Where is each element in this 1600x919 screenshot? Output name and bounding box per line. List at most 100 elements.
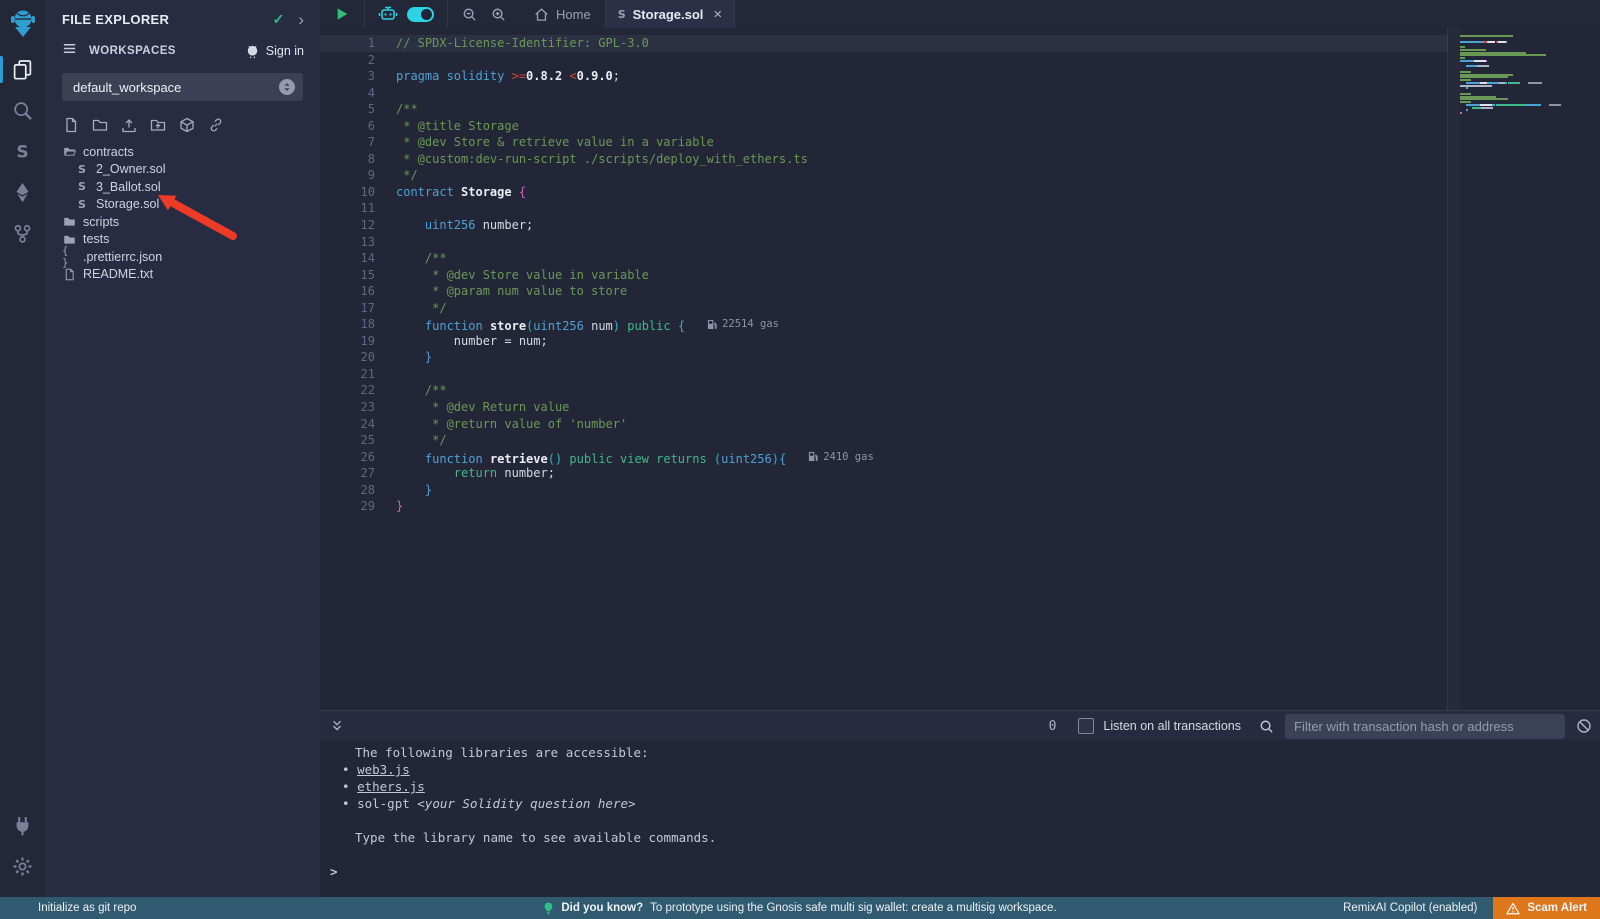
tree-item-2-owner-sol[interactable]: S 2_Owner.sol bbox=[45, 161, 320, 179]
settings-icon[interactable] bbox=[0, 846, 45, 887]
code-line-26: 26 function retrieve() public view retur… bbox=[320, 449, 1448, 466]
svg-text:S: S bbox=[16, 142, 28, 162]
tab-storage-sol[interactable]: S Storage.sol × bbox=[606, 0, 735, 28]
braces-icon: { } bbox=[62, 245, 76, 269]
panel-title: FILE EXPLORER bbox=[62, 12, 273, 27]
scam-alert-button[interactable]: Scam Alert bbox=[1493, 897, 1600, 919]
plugin-manager-icon[interactable] bbox=[0, 805, 45, 846]
code-line-15: 15 * @dev Store value in variable bbox=[320, 267, 1448, 284]
workspace-select[interactable]: default_workspace bbox=[62, 73, 303, 101]
copilot-status[interactable]: RemixAI Copilot (enabled) bbox=[1343, 902, 1477, 914]
solidity-file-icon: S bbox=[75, 198, 89, 211]
upload-folder-icon[interactable] bbox=[149, 116, 167, 134]
workspaces-label: WORKSPACES bbox=[89, 45, 245, 57]
code-line-9: 9 */ bbox=[320, 167, 1448, 184]
main-area: Home S Storage.sol × 1// SPDX-License-Id… bbox=[320, 0, 1600, 897]
init-git-repo-button[interactable]: Initialize as git repo bbox=[0, 902, 136, 914]
solidity-file-icon: S bbox=[75, 163, 89, 176]
gas-estimate-badge: 22514 gas bbox=[707, 316, 779, 333]
terminal-line: The following libraries are accessible: bbox=[320, 744, 1600, 761]
line-number: 25 bbox=[320, 432, 375, 449]
file-explorer-icon[interactable] bbox=[0, 49, 45, 90]
file-tree: contractsS2_Owner.solS3_Ballot.solSStora… bbox=[45, 143, 320, 283]
link-workspace-icon[interactable] bbox=[207, 116, 225, 134]
workspace-name: default_workspace bbox=[73, 80, 279, 95]
tree-item-label: 3_Ballot.sol bbox=[96, 180, 161, 194]
code-line-2: 2 bbox=[320, 52, 1448, 69]
zoom-in-icon[interactable] bbox=[491, 7, 506, 22]
warning-icon bbox=[1506, 902, 1520, 915]
code-line-24: 24 * @return value of 'number' bbox=[320, 416, 1448, 433]
workspace-caret-icon bbox=[279, 79, 295, 95]
terminal-search-icon[interactable] bbox=[1259, 719, 1274, 734]
editor-scrollbar[interactable] bbox=[1447, 28, 1460, 710]
line-number: 5 bbox=[320, 101, 375, 118]
ai-copilot-toggle[interactable] bbox=[407, 7, 434, 22]
clear-filter-icon[interactable] bbox=[1576, 718, 1592, 734]
ai-copilot-robot-icon[interactable] bbox=[378, 5, 398, 23]
status-bar: Initialize as git repo Did you know? To … bbox=[0, 897, 1600, 919]
terminal-prompt[interactable]: > bbox=[320, 863, 1600, 880]
search-icon[interactable] bbox=[0, 90, 45, 131]
sign-in-button[interactable]: Sign in bbox=[245, 44, 304, 59]
new-file-icon[interactable] bbox=[62, 116, 80, 134]
terminal-header: 0 Listen on all transactions bbox=[320, 710, 1600, 741]
doc-icon bbox=[62, 268, 76, 281]
tab-home[interactable]: Home bbox=[520, 0, 605, 28]
home-label: Home bbox=[556, 7, 591, 22]
tree-item-tests[interactable]: tests bbox=[45, 231, 320, 249]
listen-all-transactions-label[interactable]: Listen on all transactions bbox=[1103, 719, 1241, 733]
upload-file-icon[interactable] bbox=[120, 116, 138, 134]
minimap[interactable] bbox=[1460, 35, 1600, 710]
line-number: 23 bbox=[320, 399, 375, 416]
terminal-library-link: • ethers.js bbox=[320, 778, 1600, 795]
tree-item-label: tests bbox=[83, 232, 109, 246]
line-number: 12 bbox=[320, 217, 375, 234]
code-line-19: 19 number = num; bbox=[320, 333, 1448, 350]
publish-workspace-icon[interactable] bbox=[178, 116, 196, 134]
deploy-run-icon[interactable] bbox=[0, 172, 45, 213]
tree-item-scripts[interactable]: scripts bbox=[45, 213, 320, 231]
tree-item-storage-sol[interactable]: SStorage.sol bbox=[45, 196, 320, 214]
solidity-compiler-icon[interactable]: S bbox=[0, 131, 45, 172]
git-icon[interactable] bbox=[0, 213, 45, 254]
tree-item--prettierrc-json[interactable]: { }.prettierrc.json bbox=[45, 248, 320, 266]
code-line-20: 20 } bbox=[320, 349, 1448, 366]
run-script-button[interactable] bbox=[320, 0, 364, 28]
terminal-line: • sol-gpt <your Solidity question here> bbox=[320, 795, 1600, 812]
tree-item-contracts[interactable]: contracts bbox=[45, 143, 320, 161]
tree-item-3-ballot-sol[interactable]: S3_Ballot.sol bbox=[45, 178, 320, 196]
code-area: 1// SPDX-License-Identifier: GPL-3.023pr… bbox=[320, 35, 1448, 515]
line-number: 3 bbox=[320, 68, 375, 85]
web3.js-link[interactable]: web3.js bbox=[357, 762, 410, 777]
tab-label: Storage.sol bbox=[633, 7, 704, 22]
line-number: 15 bbox=[320, 267, 375, 284]
tree-item-label: 2_Owner.sol bbox=[96, 162, 165, 176]
code-line-23: 23 * @dev Return value bbox=[320, 399, 1448, 416]
code-line-17: 17 */ bbox=[320, 300, 1448, 317]
tab-close-icon[interactable]: × bbox=[713, 6, 722, 23]
zoom-controls bbox=[448, 0, 520, 28]
hamburger-menu-icon[interactable] bbox=[62, 41, 77, 61]
listen-all-transactions-checkbox[interactable] bbox=[1078, 718, 1094, 734]
lightbulb-icon bbox=[543, 902, 554, 915]
transaction-filter-input[interactable] bbox=[1285, 714, 1565, 739]
tree-item-label: README.txt bbox=[83, 267, 153, 281]
code-editor[interactable]: 1// SPDX-License-Identifier: GPL-3.023pr… bbox=[320, 28, 1600, 710]
terminal-output: The following libraries are accessible: •… bbox=[320, 740, 1600, 897]
code-line-6: 6 * @title Storage bbox=[320, 118, 1448, 135]
code-line-8: 8 * @custom:dev-run-script ./scripts/dep… bbox=[320, 151, 1448, 168]
github-icon bbox=[245, 44, 260, 59]
line-number: 17 bbox=[320, 300, 375, 317]
tree-item-readme-txt[interactable]: README.txt bbox=[45, 266, 320, 284]
folder-open-icon bbox=[62, 145, 76, 158]
zoom-out-icon[interactable] bbox=[462, 7, 477, 22]
line-number: 24 bbox=[320, 416, 375, 433]
collapse-terminal-icon[interactable] bbox=[330, 719, 344, 733]
new-folder-icon[interactable] bbox=[91, 116, 109, 134]
ethers.js-link[interactable]: ethers.js bbox=[357, 779, 425, 794]
code-line-18: 18 function store(uint256 num) public {2… bbox=[320, 316, 1448, 333]
code-line-10: 10contract Storage { bbox=[320, 184, 1448, 201]
folder-closed-icon bbox=[62, 215, 76, 228]
chevron-right-icon[interactable]: › bbox=[298, 13, 304, 27]
